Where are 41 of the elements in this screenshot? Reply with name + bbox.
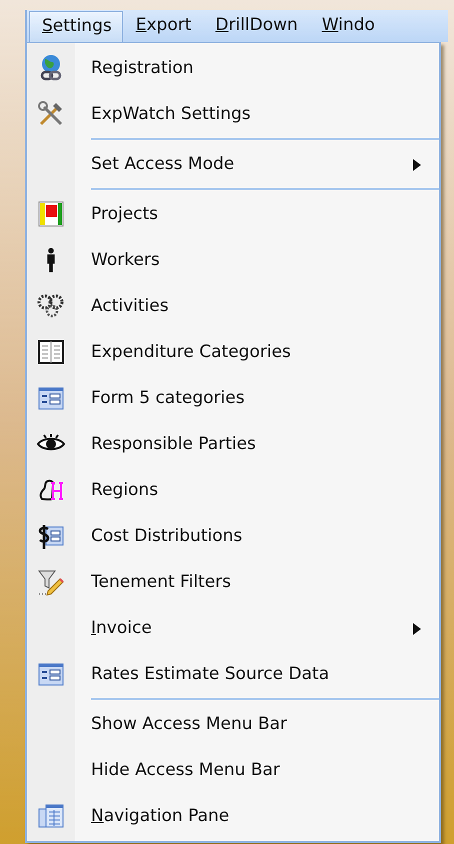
menu-item-row[interactable]: Set Access Mode <box>27 138 439 187</box>
menu-item-row[interactable]: Tenement Filters <box>27 559 439 605</box>
menu-item[interactable]: Rates Estimate Source Data <box>91 664 330 684</box>
menu-item[interactable]: Set Access Mode <box>91 154 234 174</box>
menu-item[interactable]: Tenement Filters <box>91 572 232 592</box>
menu-item[interactable]: Form 5 categories <box>91 388 245 408</box>
menu-bar-item[interactable]: DrillDown <box>202 10 309 42</box>
menu-bar-item[interactable]: Windo <box>308 10 386 42</box>
menu-item-row[interactable]: Invoice <box>27 605 439 651</box>
menu-item[interactable]: Workers <box>91 250 160 270</box>
menu-item-row[interactable]: Regions <box>27 467 439 513</box>
menu-item-row[interactable]: Registration <box>27 45 439 91</box>
menu-item-row[interactable]: Rates Estimate Source Data <box>27 651 439 697</box>
menu-item-row[interactable]: Hide Access Menu Bar <box>27 747 439 793</box>
menu-item-row[interactable]: Expenditure Categories <box>27 329 439 375</box>
menu-item[interactable]: Activities <box>91 296 169 316</box>
colored-blocks-icon <box>36 199 66 229</box>
menu-item[interactable]: ExpWatch Settings <box>91 104 251 124</box>
menu-item[interactable]: Projects <box>91 204 158 224</box>
menu-item-row[interactable]: Workers <box>27 237 439 283</box>
menu-item-row[interactable]: ExpWatch Settings <box>27 91 439 137</box>
book-icon <box>36 337 66 367</box>
menu-bar-item[interactable]: Settings <box>29 11 123 42</box>
menu-item-row[interactable]: Responsible Parties <box>27 421 439 467</box>
menu-item-row[interactable]: Navigation Pane <box>27 793 439 839</box>
menu-item[interactable]: Regions <box>91 480 158 500</box>
menu-item[interactable]: Expenditure Categories <box>91 342 291 362</box>
menu-item[interactable]: Invoice <box>91 618 152 638</box>
menu-bar-item[interactable]: Export <box>122 10 202 42</box>
menu-item-row[interactable]: Form 5 categories <box>27 375 439 421</box>
menu-item[interactable]: Hide Access Menu Bar <box>91 760 280 780</box>
menu-item-row[interactable]: Cost Distributions <box>27 513 439 559</box>
menu-item[interactable]: Registration <box>91 58 194 78</box>
menu-item-row[interactable]: Projects <box>27 188 439 237</box>
menu-item[interactable]: Navigation Pane <box>91 806 230 826</box>
menu-item-row[interactable]: Activities <box>27 283 439 329</box>
menu-item-row[interactable]: Show Access Menu Bar <box>27 698 439 747</box>
menu-item[interactable]: Show Access Menu Bar <box>91 714 288 734</box>
menu-item[interactable]: Cost Distributions <box>91 526 242 546</box>
person-icon <box>46 247 56 273</box>
menu-item[interactable]: Responsible Parties <box>91 434 256 454</box>
